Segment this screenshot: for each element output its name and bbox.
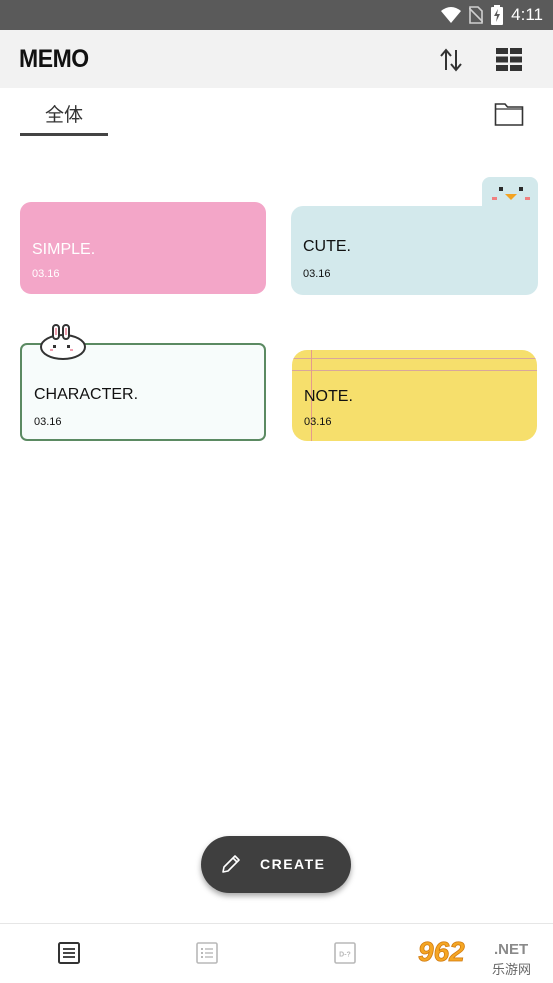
grid-view-icon [496,48,522,71]
dday-icon: D-? [334,942,356,964]
status-bar: 4:11 [0,0,553,30]
nav-dday[interactable]: D-? [333,941,357,965]
watermark-suffix: .NET [494,941,528,958]
folder-tab-row: 全体 [0,88,553,146]
sort-button[interactable] [436,45,466,75]
memo-title: SIMPLE. [32,241,96,258]
create-button[interactable]: CREATE [201,836,351,893]
no-sim-icon [469,6,484,24]
status-icons: 4:11 [441,4,543,26]
memo-card-note[interactable]: NOTE. 03.16 [292,350,537,441]
memo-date: 03.16 [304,416,332,428]
note-rule-line [292,370,537,371]
battery-charging-icon [491,5,504,25]
watermark-brand: 962 [418,936,465,967]
watermark-logo: 962 .NET 乐游网 [414,934,548,978]
memo-date: 03.16 [303,268,331,280]
folder-button[interactable] [494,101,524,127]
list-icon [196,942,218,964]
memo-card-simple[interactable]: SIMPLE. 03.16 [20,202,266,294]
memo-date: 03.16 [34,416,62,428]
wifi-icon [441,7,462,23]
memo-date: 03.16 [32,268,60,280]
memo-title: CUTE. [303,238,351,255]
sort-icon [440,48,462,72]
create-label: CREATE [260,856,326,872]
memo-title: CHARACTER. [34,386,139,403]
watermark-subtitle: 乐游网 [492,963,531,978]
nav-memo[interactable] [57,941,81,965]
bunny-icon [40,324,86,360]
app-title: MEMO [19,45,89,73]
tab-selected-indicator [20,133,108,136]
pencil-icon [222,855,240,873]
dday-label: D-? [339,952,351,959]
memo-card-cute[interactable]: CUTE. 03.16 [291,206,538,295]
grid-view-button[interactable] [494,47,524,73]
nav-list[interactable] [195,941,219,965]
bird-face-icon [492,187,530,200]
status-time: 4:11 [511,5,543,24]
bird-tab-decoration [482,177,538,207]
note-rule-line [292,358,537,359]
memo-title: NOTE. [304,388,353,405]
memo-icon [58,942,80,964]
app-bar: MEMO [0,30,553,88]
folder-icon [494,103,524,126]
